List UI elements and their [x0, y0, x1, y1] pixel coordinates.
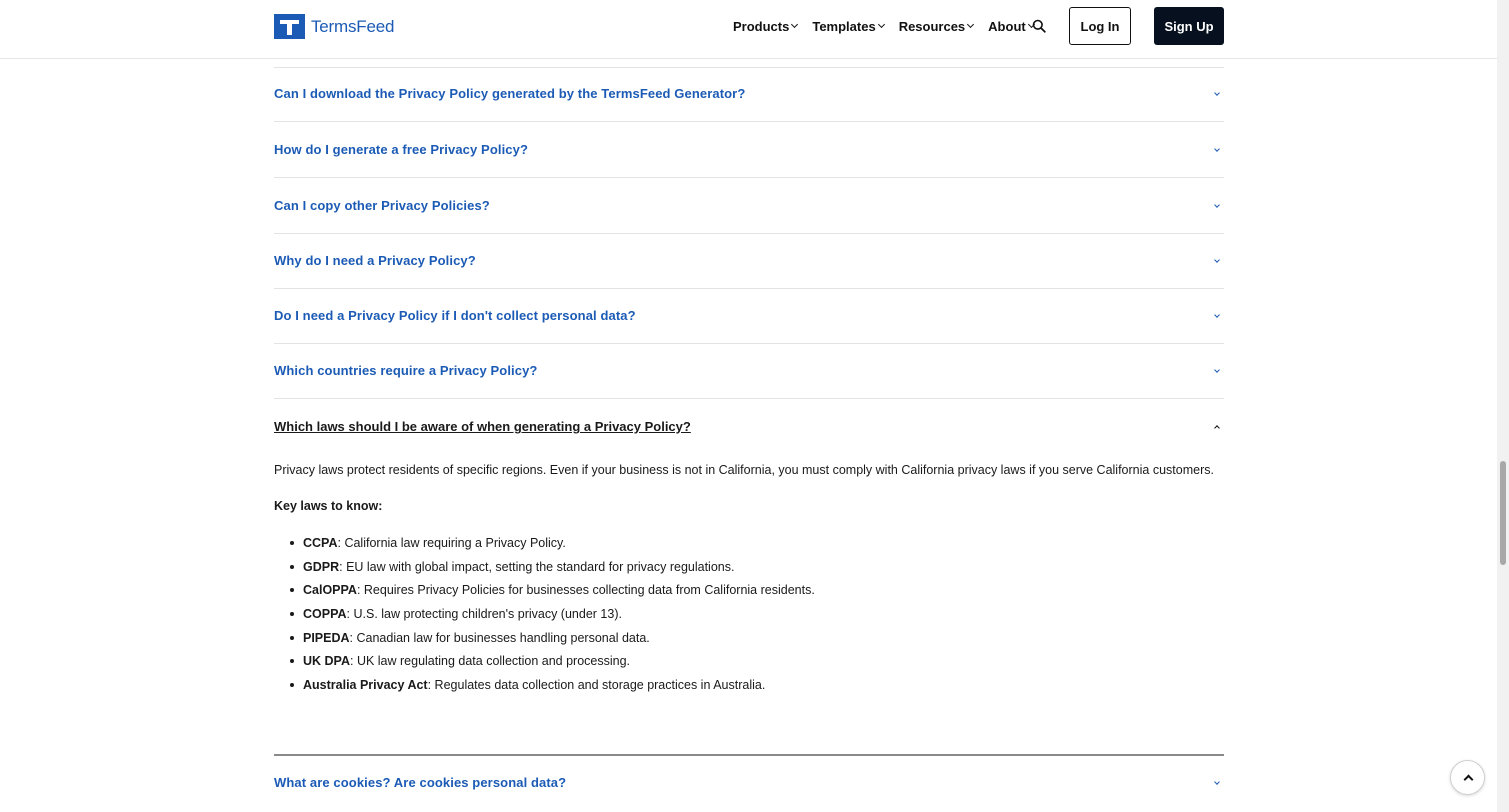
chevron-down-icon[interactable]	[1214, 257, 1220, 263]
chevron-down-icon[interactable]	[1214, 90, 1220, 96]
termsfeed-logo[interactable]: TermsFeed	[274, 14, 394, 39]
law-desc: : U.S. law protecting children's privacy…	[346, 607, 622, 622]
faq-question[interactable]: What are cookies? Are cookies personal d…	[274, 775, 566, 790]
back-to-top-button[interactable]	[1450, 760, 1485, 795]
faq-question[interactable]: How do I generate a free Privacy Policy?	[274, 142, 528, 157]
law-name: PIPEDA	[303, 630, 350, 645]
page-scrollbar[interactable]	[1497, 0, 1509, 812]
law-name: CalOPPA	[303, 583, 357, 598]
faq-question-open[interactable]: Which laws should I be aware of when gen…	[274, 419, 691, 434]
law-desc: : Regulates data collection and storage …	[427, 678, 766, 693]
list-item: UK DPA: UK law regulating data collectio…	[288, 654, 815, 678]
law-name: COPPA	[303, 607, 347, 622]
answer-subheading: Key laws to know:	[274, 499, 383, 513]
signup-button[interactable]: Sign Up	[1154, 7, 1224, 45]
law-name: CCPA	[303, 536, 338, 550]
site-header: TermsFeed Products Templates Resources A…	[0, 0, 1497, 59]
chevron-down-icon[interactable]	[1214, 202, 1220, 208]
chevron-up-icon	[1463, 774, 1474, 785]
nav-about[interactable]: About	[988, 18, 1035, 34]
faq-item[interactable]: Why do I need a Privacy Policy?	[274, 234, 1224, 289]
nav-resources-label: Resources	[898, 18, 966, 34]
nav-templates[interactable]: Templates	[812, 18, 885, 34]
laws-list: CCPA: California law requiring a Privacy…	[288, 536, 815, 702]
logo-mark-icon	[274, 14, 305, 39]
chevron-down-icon[interactable]	[1214, 312, 1220, 318]
faq-question[interactable]: Why do I need a Privacy Policy?	[274, 253, 476, 268]
law-desc: : Canadian law for businesses handling p…	[349, 630, 650, 645]
faq-question[interactable]: Can I copy other Privacy Policies?	[274, 198, 490, 213]
nav-about-label: About	[988, 18, 1026, 34]
faq-item[interactable]: Which countries require a Privacy Policy…	[274, 344, 1224, 399]
scrollbar-thumb[interactable]	[1500, 461, 1506, 565]
chevron-down-icon	[791, 20, 799, 29]
law-desc: : UK law regulating data collection and …	[350, 654, 631, 669]
chevron-down-icon	[877, 20, 885, 29]
chevron-down-icon[interactable]	[1214, 367, 1220, 373]
list-item: COPPA: U.S. law protecting children's pr…	[288, 607, 815, 631]
list-item: Australia Privacy Act: Regulates data co…	[288, 678, 815, 702]
law-desc: : Requires Privacy Policies for business…	[356, 583, 815, 598]
main-nav: Products Templates Resources About	[733, 0, 1049, 52]
faq-item[interactable]: Can I download the Privacy Policy genera…	[274, 67, 1224, 122]
logo-text: TermsFeed	[311, 16, 395, 36]
nav-templates-label: Templates	[812, 18, 876, 34]
search-icon[interactable]	[1032, 19, 1046, 33]
faq-item[interactable]: Do I need a Privacy Policy if I don't co…	[274, 289, 1224, 344]
law-desc: : California law requiring a Privacy Pol…	[337, 536, 566, 550]
list-item: CCPA: California law requiring a Privacy…	[288, 536, 815, 560]
list-item: PIPEDA: Canadian law for businesses hand…	[288, 631, 815, 655]
law-name: GDPR	[303, 559, 340, 574]
list-item: CalOPPA: Requires Privacy Policies for b…	[288, 583, 815, 607]
nav-products-label: Products	[733, 18, 790, 34]
law-desc: : EU law with global impact, setting the…	[339, 559, 735, 574]
nav-products[interactable]: Products	[733, 18, 799, 34]
chevron-up-icon[interactable]	[1214, 425, 1220, 431]
list-item: GDPR: EU law with global impact, setting…	[288, 560, 815, 584]
faq-question[interactable]: Which countries require a Privacy Policy…	[274, 363, 537, 378]
answer-paragraph: Privacy laws protect residents of specif…	[274, 463, 1214, 477]
chevron-down-icon[interactable]	[1214, 779, 1220, 785]
faq-question[interactable]: Do I need a Privacy Policy if I don't co…	[274, 308, 636, 323]
chevron-down-icon	[967, 20, 975, 29]
faq-question[interactable]: Can I download the Privacy Policy genera…	[274, 86, 745, 101]
law-name: Australia Privacy Act	[303, 678, 428, 693]
chevron-down-icon[interactable]	[1214, 146, 1220, 152]
login-button[interactable]: Log In	[1069, 7, 1131, 45]
law-name: UK DPA	[303, 654, 350, 669]
nav-resources[interactable]: Resources	[898, 18, 975, 34]
faq-item[interactable]: Can I copy other Privacy Policies?	[274, 179, 1224, 234]
faq-item[interactable]: How do I generate a free Privacy Policy?	[274, 123, 1224, 178]
faq-item[interactable]: What are cookies? Are cookies personal d…	[274, 756, 1224, 806]
